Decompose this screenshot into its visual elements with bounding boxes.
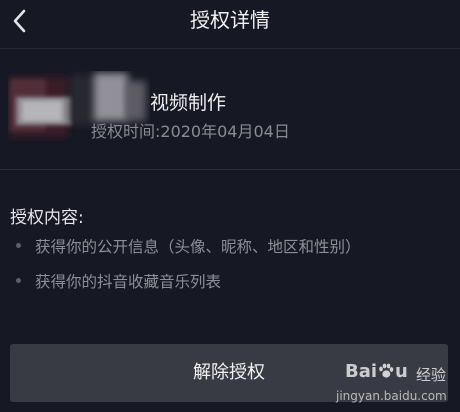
watermark-url: jingyan.baidu.com — [336, 389, 447, 403]
paw-icon — [379, 363, 394, 378]
permission-item: 获得你的公开信息（头像、昵称、地区和性别） — [16, 235, 361, 257]
watermark-brand: Bai u — [345, 361, 408, 382]
permission-item: 获得你的抖音收藏音乐列表 — [16, 270, 221, 292]
authorization-time: 授权时间:2020年04月04日 — [91, 122, 290, 141]
section-divider — [0, 169, 460, 170]
authorization-content-heading: 授权内容: — [10, 208, 84, 228]
app-info-section: 视频制作 授权时间:2020年04月04日 — [0, 49, 460, 169]
app-name: 视频制作 — [150, 92, 227, 114]
page-title: 授权详情 — [190, 8, 270, 32]
bullet-dot-icon — [16, 243, 21, 248]
top-navigation-bar: 授权详情 — [0, 0, 460, 49]
permission-text: 获得你的公开信息（头像、昵称、地区和性别） — [35, 238, 361, 256]
baidu-jingyan-watermark: Bai u 经验 jingyan.baidu.com — [336, 358, 460, 412]
permission-text: 获得你的抖音收藏音乐列表 — [35, 273, 222, 291]
bullet-dot-icon — [16, 278, 21, 283]
watermark-subtitle: 经验 — [416, 366, 447, 384]
